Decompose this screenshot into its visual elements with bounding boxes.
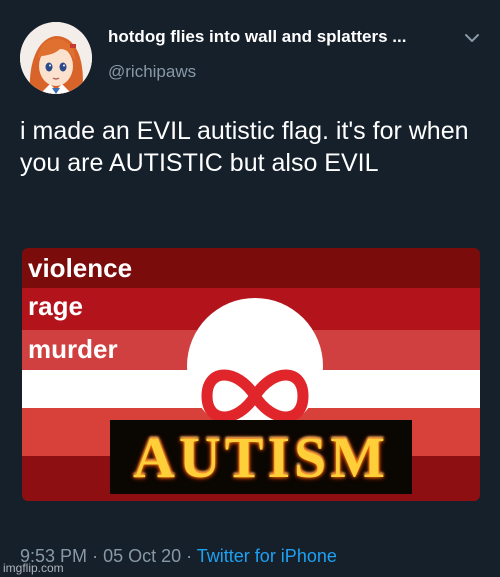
- flag-label-violence: violence: [28, 253, 133, 283]
- avatar[interactable]: [20, 22, 92, 94]
- meta-separator: ·: [92, 546, 104, 566]
- meta-separator: ·: [186, 546, 197, 566]
- flag-label-rage: rage: [28, 291, 83, 321]
- tweet-image[interactable]: violence rage murder AUTISM: [22, 248, 480, 501]
- watermark: imgflip.com: [3, 561, 64, 575]
- tweet-date[interactable]: 05 Oct 20: [103, 546, 181, 566]
- flag-label-murder: murder: [28, 334, 118, 364]
- tweet-source-link[interactable]: Twitter for iPhone: [197, 546, 337, 566]
- user-handle[interactable]: @richipaws: [108, 62, 196, 82]
- tweet-text: i made an EVIL autistic flag. it's for w…: [20, 117, 469, 177]
- anime-avatar-icon: [20, 22, 92, 94]
- autism-text: AUTISM: [132, 424, 390, 490]
- autism-banner: AUTISM: [110, 420, 412, 494]
- tweet-meta: 9:53 PM · 05 Oct 20 · Twitter for iPhone: [20, 546, 337, 567]
- display-name[interactable]: hotdog flies into wall and splatters ...: [108, 27, 406, 47]
- chevron-down-icon[interactable]: [462, 28, 482, 48]
- tweet-card: hotdog flies into wall and splatters ...…: [0, 0, 500, 577]
